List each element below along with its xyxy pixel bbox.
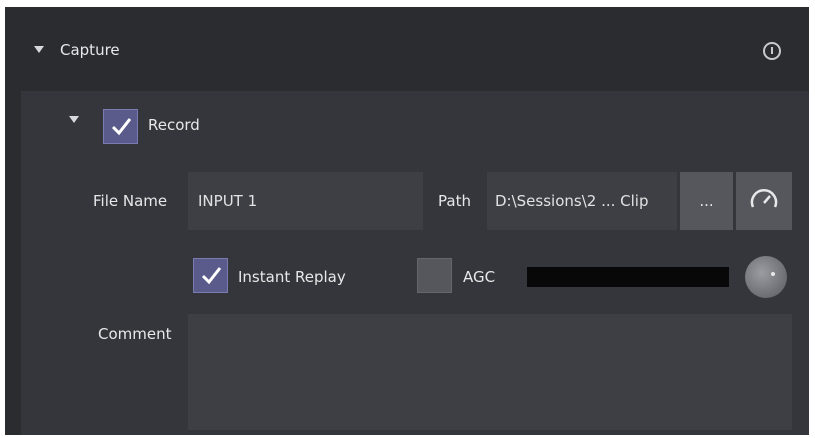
speed-button[interactable] bbox=[736, 172, 792, 230]
record-checkbox[interactable] bbox=[103, 109, 138, 144]
comment-label: Comment bbox=[98, 325, 172, 343]
instant-replay-checkbox[interactable] bbox=[193, 258, 228, 293]
info-icon[interactable] bbox=[763, 42, 781, 60]
gain-knob[interactable] bbox=[745, 256, 787, 298]
record-label: Record bbox=[148, 116, 200, 134]
instant-replay-label: Instant Replay bbox=[238, 268, 346, 286]
gauge-icon bbox=[750, 189, 778, 208]
agc-checkbox[interactable] bbox=[417, 258, 452, 293]
checkmark-icon bbox=[111, 118, 132, 136]
agc-label: AGC bbox=[463, 268, 496, 286]
section-title: Capture bbox=[60, 41, 120, 59]
checkmark-icon bbox=[201, 267, 222, 285]
record-caret-down-icon[interactable] bbox=[69, 116, 79, 123]
comment-field[interactable] bbox=[188, 314, 792, 430]
browse-button[interactable]: ... bbox=[680, 172, 733, 230]
file-name-field[interactable]: INPUT 1 bbox=[188, 172, 423, 230]
capture-section-header[interactable]: Capture bbox=[5, 7, 809, 85]
path-label: Path bbox=[438, 192, 471, 210]
caret-down-icon[interactable] bbox=[34, 46, 44, 53]
level-meter bbox=[527, 267, 729, 287]
capture-panel: Capture Record File Name INPUT 1 Path D:… bbox=[5, 7, 809, 435]
file-name-label: File Name bbox=[93, 192, 168, 210]
path-field[interactable]: D:\Sessions\2 ... Clip bbox=[487, 172, 677, 230]
